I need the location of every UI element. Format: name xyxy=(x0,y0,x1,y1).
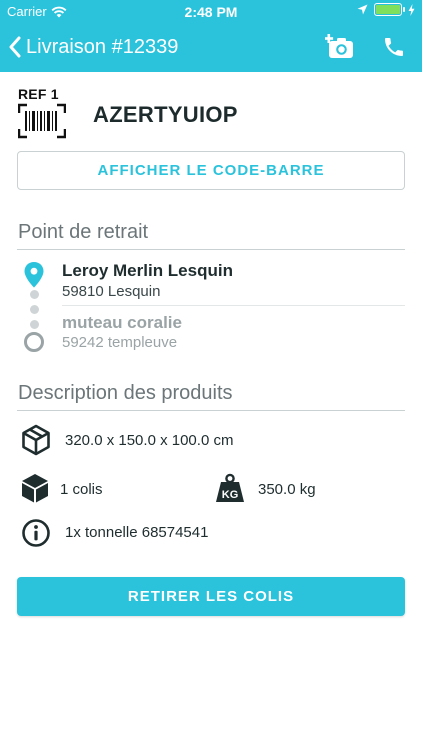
package-outline-icon xyxy=(22,424,50,456)
add-photo-button[interactable] xyxy=(323,30,357,64)
parcels-text: 1 colis xyxy=(60,481,103,498)
charging-icon xyxy=(408,3,415,16)
page-title: Livraison #12339 xyxy=(26,35,179,58)
circle-outline-icon xyxy=(24,332,44,352)
add-photo-icon xyxy=(325,34,353,58)
map-pin-icon xyxy=(24,262,44,288)
dimensions-text: 320.0 x 150.0 x 100.0 cm xyxy=(65,432,234,449)
battery-icon xyxy=(374,3,405,16)
pickup-section-title: Point de retrait xyxy=(18,221,149,243)
product-details-text: 1x tonnelle 68574541 xyxy=(65,524,209,541)
delivery-stop-name: muteau coralie xyxy=(62,313,182,332)
phone-icon xyxy=(385,38,403,56)
reference-badge: REF 1 xyxy=(17,86,67,144)
weight-kg-icon: KG xyxy=(216,473,244,502)
info-icon xyxy=(22,519,50,547)
show-barcode-button[interactable]: AFFICHER LE CODE-BARRE xyxy=(17,151,405,190)
barcode-scan-icon xyxy=(17,103,67,139)
location-arrow-icon xyxy=(357,4,368,15)
back-button[interactable]: Livraison #12339 xyxy=(8,31,178,63)
products-section-title: Description des produits xyxy=(18,382,233,404)
pickup-stop-city: 59810 Lesquin xyxy=(62,283,161,300)
delivery-stop-city: 59242 templeuve xyxy=(62,334,178,351)
header-bar: Carrier 2:48 PM Livraison #12339 xyxy=(0,0,422,72)
route-dot xyxy=(30,320,39,329)
reference-code: AZERTYUIOP xyxy=(93,102,238,127)
chevron-left-icon xyxy=(9,36,21,58)
call-button[interactable] xyxy=(377,30,411,64)
stop-divider xyxy=(62,305,405,306)
pickup-parcels-button[interactable]: RETIRER LES COLIS xyxy=(17,577,405,616)
products-section-divider xyxy=(17,410,405,411)
box-icon xyxy=(22,474,48,503)
pickup-section-divider xyxy=(17,249,405,250)
route-dot xyxy=(30,305,39,314)
reference-label: REF 1 xyxy=(18,86,59,102)
pickup-stop-name: Leroy Merlin Lesquin xyxy=(62,261,233,280)
reference-row: REF 1 AZERTYUIOP xyxy=(17,86,404,144)
status-bar: Carrier 2:48 PM xyxy=(0,0,422,22)
svg-text:KG: KG xyxy=(222,489,239,501)
navigation-bar: Livraison #12339 xyxy=(0,22,422,72)
route-dot xyxy=(30,290,39,299)
status-right-group xyxy=(357,3,415,16)
weight-text: 350.0 kg xyxy=(258,481,316,498)
